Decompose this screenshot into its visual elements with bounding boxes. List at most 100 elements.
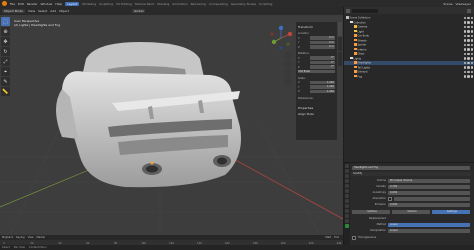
render-toggle-icon[interactable]: [470, 21, 473, 24]
visibility-eye-icon[interactable]: [463, 34, 466, 38]
viewport-menu-add[interactable]: Add: [50, 9, 56, 13]
outliner-row[interactable]: Exhaust: [344, 70, 474, 74]
outliner-row[interactable]: Fog: [344, 74, 474, 79]
visibility-eye-icon[interactable]: [463, 25, 466, 29]
viewport-toggle-icon[interactable]: [467, 39, 470, 42]
menu-file[interactable]: File: [10, 2, 15, 6]
sidebar-tab-item[interactable]: [338, 22, 342, 36]
menu-render[interactable]: Render: [27, 2, 38, 6]
rotation-z-field[interactable]: 0°: [310, 65, 335, 69]
visibility-eye-icon[interactable]: [463, 43, 466, 47]
properties-panel-title[interactable]: Properties: [298, 106, 335, 110]
viewport-toggle-icon[interactable]: [467, 48, 470, 51]
absorption-color-swatch[interactable]: [388, 196, 392, 201]
viewport-toggle-icon[interactable]: [467, 34, 470, 38]
render-tab-icon[interactable]: [345, 169, 349, 173]
output-tab-icon[interactable]: [345, 174, 349, 178]
outliner-row[interactable]: Spoiler: [344, 43, 474, 47]
rotation-mode-select[interactable]: XYZ Euler: [298, 69, 335, 74]
menu-window[interactable]: Window: [41, 2, 53, 6]
render-toggle-icon[interactable]: [470, 39, 473, 42]
workspace-tab-compositing[interactable]: Compositing: [209, 2, 228, 6]
viewport-toggle-icon[interactable]: [467, 66, 470, 69]
volume-tab[interactable]: Volume: [392, 209, 430, 214]
workspace-tab-geometry-nodes[interactable]: Geometry Nodes: [231, 2, 256, 6]
viewport-toggle-icon[interactable]: [467, 43, 470, 47]
homogeneous-checkbox[interactable]: [352, 235, 356, 240]
modifier-header[interactable]: Solidify: [351, 172, 471, 176]
timeline-menu-view[interactable]: View: [28, 236, 34, 239]
visibility-eye-icon[interactable]: [463, 21, 466, 24]
outliner-search-input[interactable]: [352, 8, 378, 13]
viewport-menu-select[interactable]: Select: [38, 9, 47, 13]
render-toggle-icon[interactable]: [470, 34, 473, 38]
outliner-row[interactable]: Camera: [344, 25, 474, 29]
viewport-toggle-icon[interactable]: [467, 75, 470, 78]
workspace-tab-uv-editing[interactable]: UV Editing: [116, 2, 132, 6]
viewport-toggle-icon[interactable]: [467, 21, 470, 24]
visibility-eye-icon[interactable]: [463, 66, 466, 69]
outliner-row[interactable]: Wheels: [344, 38, 474, 43]
workspace-tab-rendering[interactable]: Rendering: [191, 2, 206, 6]
location-x-field[interactable]: 0 m: [310, 36, 335, 40]
workspace-tab-scripting[interactable]: Scripting: [259, 2, 272, 6]
surface-tab[interactable]: Surface: [352, 209, 390, 214]
workspace-tab-sculpting[interactable]: Sculpting: [99, 2, 113, 6]
method-select[interactable]: Linear: [388, 222, 470, 227]
outliner-display-mode-icon[interactable]: [346, 8, 350, 13]
density-field[interactable]: 0.100: [388, 184, 470, 189]
viewport-menu-object[interactable]: Object: [59, 9, 69, 13]
sidebar-tab-tool[interactable]: [338, 37, 342, 51]
outliner-row[interactable]: Interior: [344, 47, 474, 52]
visibility-eye-icon[interactable]: [463, 16, 466, 20]
physics-tab-icon[interactable]: [345, 209, 349, 213]
outliner-row[interactable]: Car Body: [344, 34, 474, 38]
workspace-tab-layout[interactable]: Layout: [65, 1, 80, 6]
scale-tool-icon[interactable]: ⤢: [1, 57, 10, 66]
navigation-gizmo[interactable]: [268, 25, 294, 51]
render-toggle-icon[interactable]: [470, 48, 473, 51]
transform-tool-icon[interactable]: ⌖: [1, 67, 10, 76]
object-name-field[interactable]: Headlights and Fog: [352, 165, 470, 170]
align-tools-panel-title[interactable]: Align Tools: [298, 112, 335, 116]
measure-tool-icon[interactable]: 📏: [1, 87, 10, 96]
timeline-menu-keying[interactable]: Keying: [16, 236, 24, 239]
visibility-eye-icon[interactable]: [463, 39, 466, 42]
visibility-eye-icon[interactable]: [463, 61, 466, 65]
menu-help[interactable]: Help: [55, 2, 62, 6]
visibility-eye-icon[interactable]: [463, 75, 466, 78]
menu-edit[interactable]: Edit: [18, 2, 24, 6]
zoom-icon[interactable]: [284, 51, 292, 59]
camera-view-icon[interactable]: [284, 69, 292, 77]
timeline-menu-marker[interactable]: Marker: [37, 236, 46, 239]
outliner-row[interactable]: Collection: [344, 20, 474, 25]
viewport-toggle-icon[interactable]: [467, 61, 470, 65]
workspace-tab-shading[interactable]: Shading: [157, 2, 169, 6]
rotation-y-field[interactable]: 0°: [310, 60, 335, 65]
rotation-x-field[interactable]: 0°: [310, 56, 335, 60]
viewport-toggle-icon[interactable]: [467, 52, 470, 56]
anisotropy-field[interactable]: 0.000: [388, 190, 470, 195]
viewport-toggle-icon[interactable]: [467, 25, 470, 29]
frame-end-label[interactable]: End: [334, 236, 339, 239]
outliner-row[interactable]: Headlights: [344, 61, 474, 65]
view-layer-tab-icon[interactable]: [345, 179, 349, 183]
move-tool-icon[interactable]: ✥: [1, 37, 10, 46]
location-z-field[interactable]: 0 m: [310, 45, 335, 49]
volume-shader-field[interactable]: Principled Volume: [388, 178, 470, 183]
location-y-field[interactable]: 0 m: [310, 40, 335, 45]
viewport-toggle-icon[interactable]: [467, 16, 470, 20]
material-tab-icon[interactable]: [345, 224, 349, 228]
viewport-toggle-icon[interactable]: [467, 70, 470, 74]
scene-tab-icon[interactable]: [345, 184, 349, 188]
object-tab-icon[interactable]: [345, 194, 349, 198]
workspace-tab-texture-paint[interactable]: Texture Paint: [135, 2, 154, 6]
render-toggle-icon[interactable]: [470, 25, 473, 29]
data-tab-icon[interactable]: [345, 219, 349, 223]
viewport-toggle-icon[interactable]: [467, 30, 470, 33]
constraints-tab-icon[interactable]: [345, 214, 349, 218]
visibility-eye-icon[interactable]: [463, 70, 466, 74]
render-toggle-icon[interactable]: [470, 70, 473, 74]
pan-hand-icon[interactable]: [284, 60, 292, 68]
scale-x-field[interactable]: 1.000: [310, 80, 335, 85]
